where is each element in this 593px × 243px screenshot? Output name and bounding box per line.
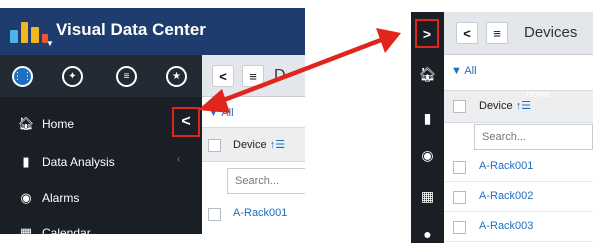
sidebar-item-label: Alarms [42,191,80,205]
calendar-icon[interactable]: ▦ [411,188,444,205]
sidebar-rail: > 🏠︎ ▮ ◉ ▦ ● [411,12,444,243]
column-header-device[interactable]: Device ↑☰ [479,99,531,112]
collapsed-sidebar-view: > 🏠︎ ▮ ◉ ▦ ● < ≡ Devices ▼ All Device ↑☰… [411,12,593,243]
collapse-sidebar-button[interactable]: < [172,107,200,137]
select-all-checkbox[interactable] [453,100,466,113]
devices-pane: < ≡ D ▼ All Device ↑☰ Search... A-Rack00… [202,55,305,234]
table-row[interactable]: A-Rack002 [444,182,593,212]
filter-icon: ▼ [208,107,222,119]
sidebar-item-data-analysis[interactable]: ▮ Data Analysis [0,144,202,180]
filter-label: All [464,65,477,77]
app-header: ▼ Visual Data Center [0,8,305,55]
logo-caret-icon[interactable]: ▼ [46,39,54,48]
back-button[interactable]: < [456,22,478,44]
select-all-checkbox[interactable] [208,139,221,152]
app-title: Visual Data Center [56,20,206,39]
page-title: Devices [524,24,578,41]
sidebar-icon-bar: ⋮⋮ ✦ ≡ ★ [0,55,202,97]
column-header-device[interactable]: Device ↑☰ [233,138,285,151]
star-icon[interactable]: ★ [166,66,187,87]
grid-icon[interactable]: ⋮⋮ [12,66,33,87]
grid-header: Device ↑☰ [202,127,305,162]
filter-all[interactable]: ▼ All [451,65,477,77]
menu-button[interactable]: ≡ [486,22,508,44]
device-link[interactable]: A-Rack002 [479,190,533,202]
chart-icon: ▮ [22,154,30,169]
search-input[interactable]: Search... [474,124,593,150]
filter-all[interactable]: ▼ All [208,107,234,119]
device-link[interactable]: A-Rack001 [233,207,287,219]
toolbar: < ≡ Devices [444,12,593,55]
search-input[interactable]: Search... [227,168,305,194]
alarm-icon: ◉ [20,190,32,205]
logo-bars-icon [10,21,48,43]
calendar-icon: ▦ [19,225,33,234]
sort-icon[interactable]: ↑☰ [516,100,531,112]
sort-icon[interactable]: ↑☰ [270,139,285,151]
filter-icon: ▼ [451,65,465,77]
expanded-sidebar-view: ▼ Visual Data Center ⋮⋮ ✦ ≡ ★ 🏠︎ Home < … [0,8,305,234]
table-row[interactable]: A-Rack001 [444,152,593,182]
row-checkbox[interactable] [453,191,466,204]
alarm-icon[interactable]: ◉ [411,147,444,164]
toolbar: < ≡ D [202,55,305,97]
sidebar-item-calendar[interactable]: ▦ Calendar [0,215,202,234]
row-checkbox[interactable] [453,161,466,174]
sidebar-item-alarms[interactable]: ◉ Alarms [0,180,202,216]
list-icon[interactable]: ≡ [116,66,137,87]
chart-icon[interactable]: ▮ [411,110,444,127]
device-link[interactable]: A-Rack003 [479,220,533,232]
home-icon[interactable]: 🏠︎ [411,66,444,83]
partial-icon[interactable]: ● [411,226,444,242]
device-link[interactable]: A-Rack001 [479,160,533,172]
page-title: D [274,67,286,84]
home-icon: 🏠︎ [17,116,35,131]
sidebar: ⋮⋮ ✦ ≡ ★ 🏠︎ Home < ▮ Data Analysis ‹ ◉ A… [0,55,202,234]
sidebar-item-label: Calendar [42,226,91,234]
sidebar-item-label: Data Analysis [42,155,115,169]
arrow-head-right [376,28,401,53]
compass-icon[interactable]: ✦ [62,66,83,87]
devices-pane: < ≡ Devices ▼ All Device ↑☰ Home Search.… [444,12,593,243]
table-row[interactable]: A-Rack003 [444,212,593,242]
back-button[interactable]: < [212,65,234,87]
expand-sidebar-button[interactable]: > [415,19,439,48]
row-checkbox[interactable] [453,221,466,234]
menu-button[interactable]: ≡ [242,65,264,87]
filter-label: All [221,107,234,119]
sidebar-item-label: Home [42,117,75,131]
home-tooltip: Home [526,89,551,99]
row-checkbox[interactable] [208,208,221,221]
grid-header: Device ↑☰ [444,90,593,123]
chevron-left-icon[interactable]: ‹ [177,154,180,165]
